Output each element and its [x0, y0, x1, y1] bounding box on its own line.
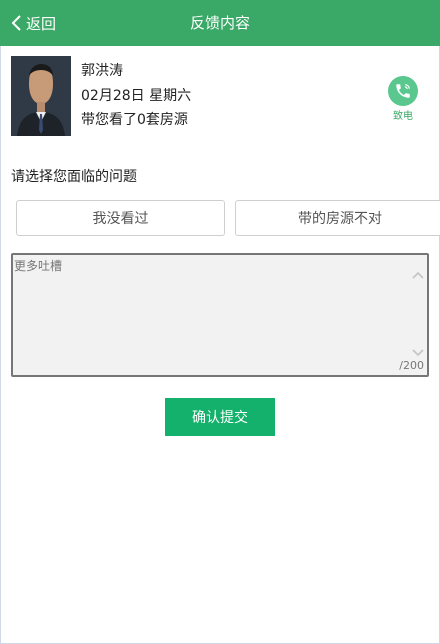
char-counter: /200 — [399, 359, 424, 372]
viewed-count-text: 带您看了0套房源 — [81, 112, 188, 128]
agent-photo — [11, 56, 71, 136]
page-title: 反馈内容 — [189, 14, 250, 32]
textarea-scrollbar[interactable] — [409, 255, 427, 375]
call-label: 致电 — [393, 111, 413, 122]
submit-button[interactable]: 确认提交 — [165, 398, 275, 436]
call-button[interactable]: 致电 — [384, 76, 422, 122]
feedback-box: /200 — [11, 253, 429, 377]
option-not-viewed[interactable]: 我没看过 — [16, 200, 225, 236]
agent-name: 郭洪涛 — [81, 63, 123, 79]
visit-date: 02月28日 星期六 — [81, 88, 192, 104]
feedback-textarea[interactable] — [13, 255, 407, 375]
chevron-up-icon — [412, 271, 424, 279]
option-wrong-property[interactable]: 带的房源不对 — [235, 200, 440, 236]
header-bar: 返回 反馈内容 — [0, 0, 440, 46]
agent-avatar — [11, 56, 71, 136]
question-prompt: 请选择您面临的问题 — [11, 169, 137, 185]
chevron-down-icon — [412, 349, 424, 357]
phone-icon — [388, 76, 418, 106]
